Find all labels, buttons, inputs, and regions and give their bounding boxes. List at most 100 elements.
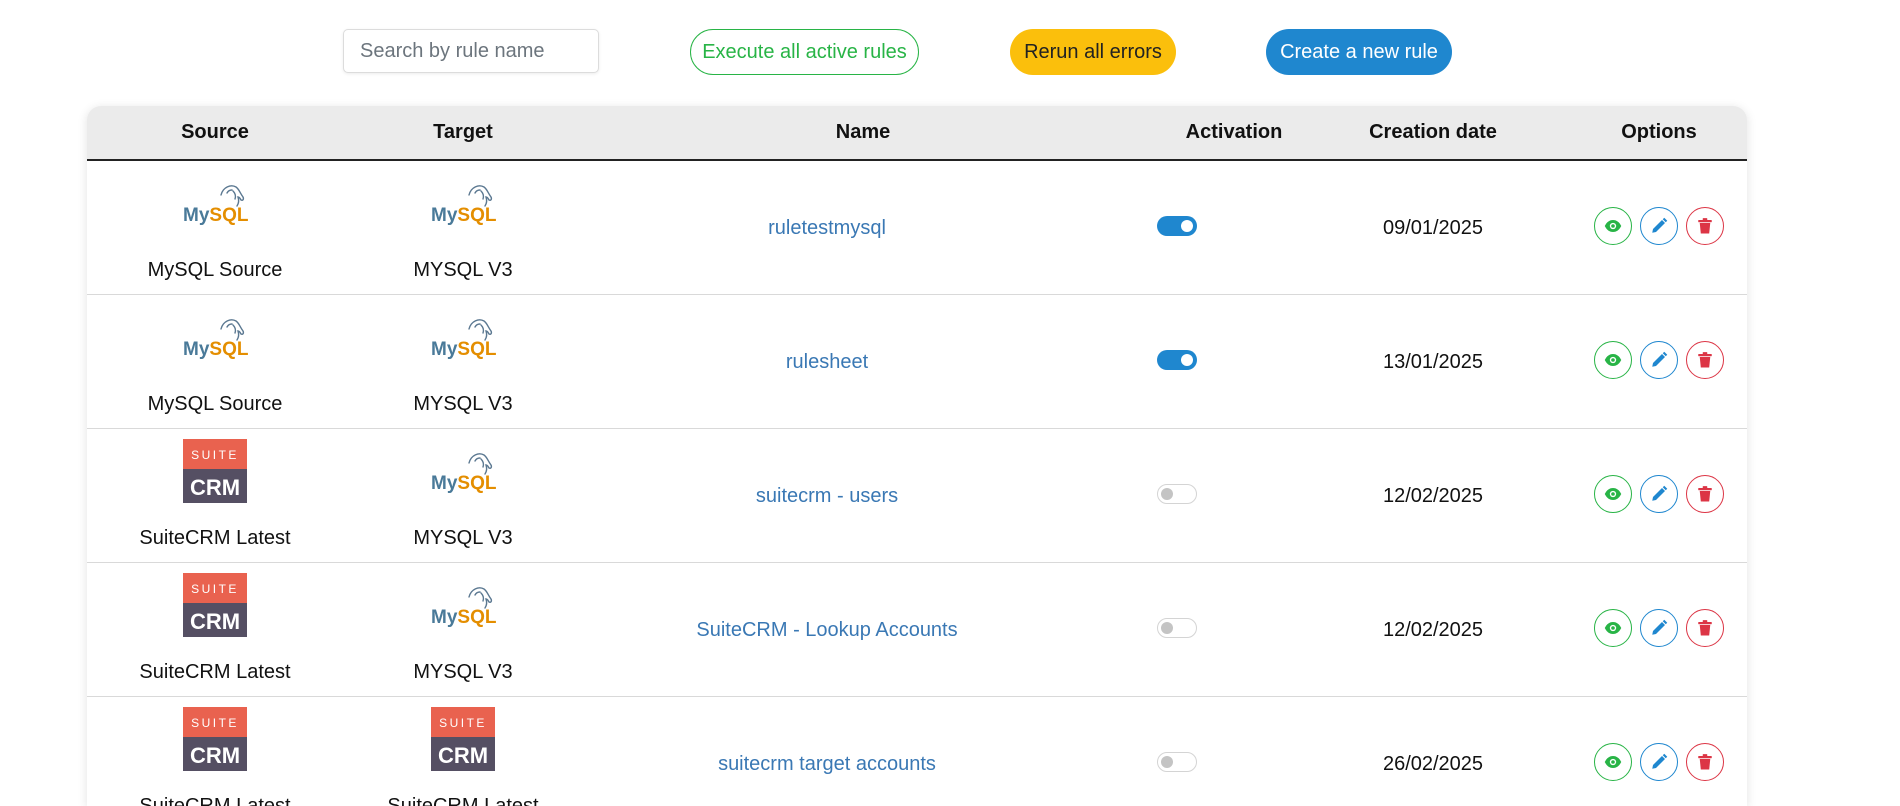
view-button[interactable]: [1594, 743, 1632, 781]
trash-icon: [1698, 620, 1712, 636]
target-connector-name: MYSQL V3: [413, 661, 513, 683]
target-cell: MySQL. MYSQL V3: [353, 295, 573, 429]
svg-text:CRM: CRM: [190, 609, 240, 634]
creation-date: 09/01/2025: [1382, 216, 1484, 239]
delete-button[interactable]: [1686, 609, 1724, 647]
source-connector-name: SuiteCRM Latest: [139, 795, 291, 806]
row-options: [1594, 207, 1724, 245]
row-options: [1594, 743, 1724, 781]
source-connector-name: MySQL Source: [147, 393, 283, 415]
svg-text:SUITE: SUITE: [191, 448, 239, 462]
source-cell: SUITE CRM SuiteCRM Latest: [105, 429, 325, 563]
eye-icon: [1604, 756, 1622, 768]
source-cell: MySQL. MySQL Source: [105, 161, 325, 295]
header-creation-date: Creation date: [1369, 121, 1497, 143]
svg-text:MySQL.: MySQL.: [431, 339, 497, 360]
source-logo: SUITE CRM: [183, 439, 247, 508]
eye-icon: [1604, 220, 1622, 232]
execute-all-active-rules-button[interactable]: Execute all active rules: [690, 29, 919, 75]
delete-button[interactable]: [1686, 743, 1724, 781]
edit-button[interactable]: [1640, 743, 1678, 781]
header-options: Options: [1621, 121, 1697, 143]
target-connector-name: SuiteCRM Latest: [387, 795, 539, 806]
mysql-logo: MySQL.: [431, 319, 502, 360]
creation-date: 12/02/2025: [1382, 618, 1484, 641]
toolbar: Execute all active rules Rerun all error…: [0, 29, 1900, 77]
edit-button[interactable]: [1640, 475, 1678, 513]
rule-name-link[interactable]: ruletestmysql: [768, 161, 886, 295]
rerun-all-errors-button[interactable]: Rerun all errors: [1010, 29, 1176, 75]
svg-text:MySQL.: MySQL.: [431, 473, 497, 494]
pencil-icon: [1652, 619, 1668, 635]
target-logo: MySQL.: [429, 449, 502, 500]
view-button[interactable]: [1594, 475, 1632, 513]
svg-text:CRM: CRM: [190, 743, 240, 768]
activation-toggle[interactable]: [1157, 484, 1197, 504]
svg-text:CRM: CRM: [190, 475, 240, 500]
search-input[interactable]: [343, 29, 599, 73]
view-button[interactable]: [1594, 341, 1632, 379]
pencil-icon: [1652, 217, 1668, 233]
table-row: SUITE CRM SuiteCRM Latest SUITE CRM SuiteCRM …: [87, 697, 1747, 806]
activation-toggle[interactable]: [1157, 350, 1197, 370]
svg-text:MySQL.: MySQL.: [183, 205, 249, 226]
delete-button[interactable]: [1686, 475, 1724, 513]
edit-button[interactable]: [1640, 609, 1678, 647]
trash-icon: [1698, 754, 1712, 770]
source-connector-name: SuiteCRM Latest: [139, 661, 291, 683]
activation-toggle[interactable]: [1157, 618, 1197, 638]
row-options: [1594, 475, 1724, 513]
source-logo: MySQL.: [181, 315, 254, 366]
rule-name-link[interactable]: SuiteCRM - Lookup Accounts: [696, 563, 957, 697]
mysql-logo: MySQL.: [183, 319, 254, 360]
view-button[interactable]: [1594, 609, 1632, 647]
mysql-logo: MySQL.: [431, 587, 502, 628]
target-connector-name: MYSQL V3: [413, 259, 513, 281]
rules-table: Source Target Name Activation Creation d…: [87, 106, 1747, 806]
rule-name-link[interactable]: rulesheet: [786, 295, 868, 429]
edit-button[interactable]: [1640, 341, 1678, 379]
activation-toggle[interactable]: [1157, 216, 1197, 236]
source-cell: SUITE CRM SuiteCRM Latest: [105, 697, 325, 806]
delete-button[interactable]: [1686, 341, 1724, 379]
source-cell: MySQL. MySQL Source: [105, 295, 325, 429]
creation-date: 13/01/2025: [1382, 350, 1484, 373]
target-logo: MySQL.: [429, 181, 502, 232]
svg-text:SUITE: SUITE: [439, 716, 487, 730]
rule-name-link[interactable]: suitecrm - users: [756, 429, 898, 563]
svg-text:CRM: CRM: [438, 743, 488, 768]
source-logo: MySQL.: [181, 181, 254, 232]
delete-button[interactable]: [1686, 207, 1724, 245]
trash-icon: [1698, 352, 1712, 368]
create-new-rule-button[interactable]: Create a new rule: [1266, 29, 1452, 75]
row-options: [1594, 609, 1724, 647]
eye-icon: [1604, 622, 1622, 634]
source-logo: SUITE CRM: [183, 573, 247, 642]
suitecrm-logo: SUITE CRM: [431, 707, 495, 771]
header-target: Target: [433, 121, 493, 143]
trash-icon: [1698, 486, 1712, 502]
source-connector-name: SuiteCRM Latest: [139, 527, 291, 549]
target-connector-name: MYSQL V3: [413, 527, 513, 549]
target-cell: MySQL. MYSQL V3: [353, 563, 573, 697]
table-header: Source Target Name Activation Creation d…: [87, 106, 1747, 161]
rule-name-link[interactable]: suitecrm target accounts: [718, 697, 936, 806]
view-button[interactable]: [1594, 207, 1632, 245]
target-logo: MySQL.: [429, 583, 502, 634]
creation-date: 12/02/2025: [1382, 484, 1484, 507]
source-cell: SUITE CRM SuiteCRM Latest: [105, 563, 325, 697]
target-cell: MySQL. MYSQL V3: [353, 161, 573, 295]
svg-text:MySQL.: MySQL.: [431, 607, 497, 628]
activation-toggle[interactable]: [1157, 752, 1197, 772]
row-options: [1594, 341, 1724, 379]
pencil-icon: [1652, 351, 1668, 367]
edit-button[interactable]: [1640, 207, 1678, 245]
svg-text:MySQL.: MySQL.: [183, 339, 249, 360]
target-cell: SUITE CRM SuiteCRM Latest: [353, 697, 573, 806]
eye-icon: [1604, 488, 1622, 500]
svg-text:SUITE: SUITE: [191, 582, 239, 596]
target-connector-name: MYSQL V3: [413, 393, 513, 415]
target-cell: MySQL. MYSQL V3: [353, 429, 573, 563]
source-connector-name: MySQL Source: [147, 259, 283, 281]
header-name: Name: [835, 121, 891, 143]
